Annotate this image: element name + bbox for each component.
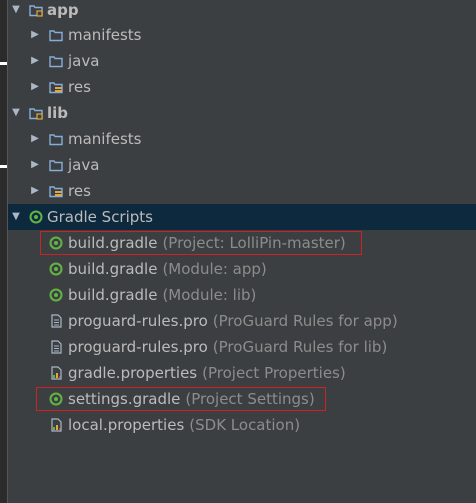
left-gutter [0,0,8,503]
tree-node-app[interactable]: ▼ app [8,0,476,23]
text-file-icon [51,314,62,328]
file-name: proguard-rules.pro [68,338,208,356]
file-hint: (ProGuard Rules for app) [212,312,398,330]
node-label: app [47,1,79,19]
module-folder-icon [29,5,43,17]
tree-node-manifests[interactable]: ▶ manifests [8,126,476,152]
gutter-marker [0,62,7,65]
folder-icon [49,134,63,146]
chevron-right-icon[interactable]: ▶ [29,178,41,204]
chevron-right-icon[interactable]: ▶ [29,152,41,178]
node-label: res [68,182,91,200]
tree-file-proguard-lib[interactable]: proguard-rules.pro (ProGuard Rules for li… [8,334,476,360]
chevron-down-icon[interactable]: ▼ [10,0,22,23]
chevron-right-icon[interactable]: ▶ [29,22,41,48]
tree-node-res[interactable]: ▶ res [8,74,476,100]
module-folder-icon [29,108,43,120]
file-name: build.gradle [68,260,158,278]
tree-file-build-gradle-app[interactable]: build.gradle (Module: app) [8,256,476,282]
gradle-icon [49,288,63,302]
resource-folder-icon [49,186,63,198]
file-name: local.properties [68,416,185,434]
file-hint: (Module: app) [162,260,267,278]
tree-file-gradle-properties[interactable]: gradle.properties (Project Properties) [8,360,476,386]
node-label: manifests [68,26,142,44]
folder-icon [49,160,63,172]
gradle-icon [29,210,43,224]
chevron-right-icon[interactable]: ▶ [29,126,41,152]
chevron-right-icon[interactable]: ▶ [29,74,41,100]
properties-file-icon [51,366,62,380]
file-hint: (SDK Location) [189,416,301,434]
file-name: proguard-rules.pro [68,312,208,330]
tree-node-lib[interactable]: ▼ lib [8,100,476,126]
gutter-marker [0,165,7,168]
file-name: gradle.properties [68,364,198,382]
tree-node-java[interactable]: ▶ java [8,152,476,178]
highlight-box [36,387,326,411]
tree-node-gradle-scripts[interactable]: ▼ Gradle Scripts [8,204,476,230]
chevron-down-icon[interactable]: ▼ [10,204,22,230]
highlight-box [40,231,362,255]
node-label: java [68,156,100,174]
node-label: Gradle Scripts [47,208,153,226]
gradle-icon [49,262,63,276]
file-hint: (ProGuard Rules for lib) [212,338,388,356]
tree-file-local-properties[interactable]: local.properties (SDK Location) [8,412,476,438]
node-label: res [68,78,91,96]
file-hint: (Module: lib) [162,286,257,304]
node-label: lib [47,104,69,122]
properties-file-icon [51,418,62,432]
file-name: build.gradle [68,286,158,304]
folder-icon [49,30,63,42]
tree-file-proguard-app[interactable]: proguard-rules.pro (ProGuard Rules for ap… [8,308,476,334]
node-label: manifests [68,130,142,148]
folder-icon [49,56,63,68]
tree-node-java[interactable]: ▶ java [8,48,476,74]
tree-file-build-gradle-lib[interactable]: build.gradle (Module: lib) [8,282,476,308]
chevron-right-icon[interactable]: ▶ [29,48,41,74]
file-hint: (Project Properties) [202,364,346,382]
chevron-down-icon[interactable]: ▼ [10,100,22,126]
project-tree: ▼ app ▶ manifests ▶ java ▶ res ▼ lib ▶ m… [8,0,476,503]
node-label: java [68,52,100,70]
resource-folder-icon [49,82,63,94]
tree-node-manifests[interactable]: ▶ manifests [8,22,476,48]
tree-node-res[interactable]: ▶ res [8,178,476,204]
text-file-icon [51,340,62,354]
